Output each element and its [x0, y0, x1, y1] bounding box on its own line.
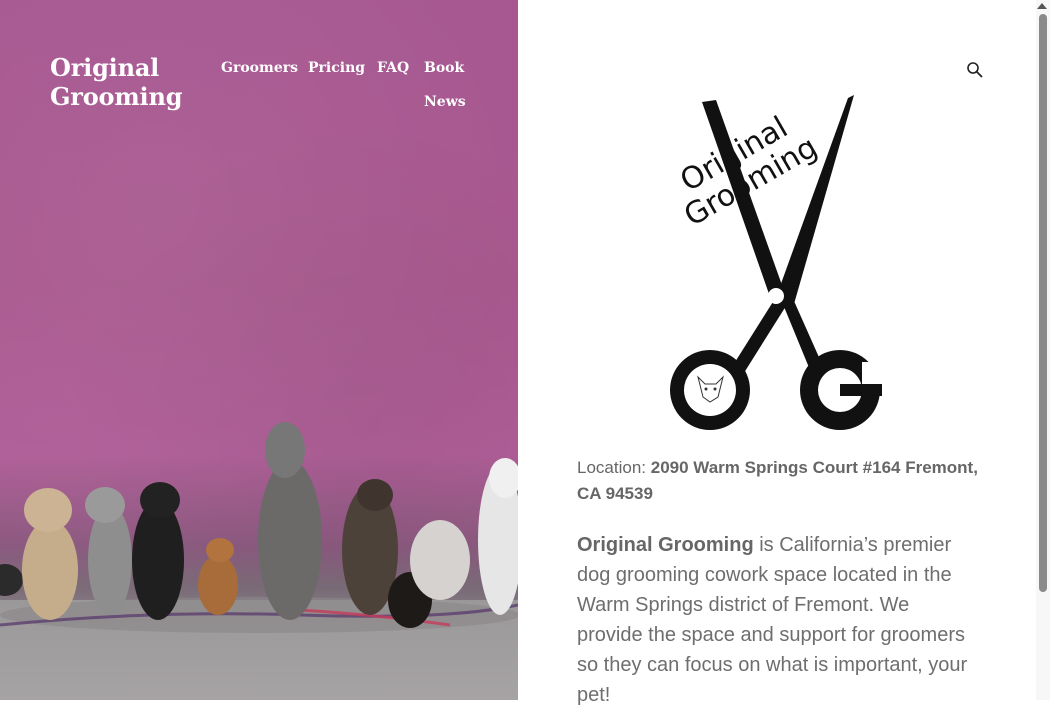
search-icon[interactable]: [966, 61, 984, 79]
intro-brand: Original Grooming: [577, 534, 754, 556]
nav-link-faq[interactable]: FAQ: [377, 60, 409, 76]
scroll-up-arrow-icon[interactable]: [1037, 3, 1047, 9]
dogs-photo: [0, 422, 518, 633]
site-title[interactable]: Original Grooming: [50, 53, 200, 111]
location-label: Location:: [577, 458, 651, 477]
scrollbar-thumb[interactable]: [1039, 14, 1047, 592]
brand-logo: Original Grooming: [670, 95, 884, 430]
nav-link-book[interactable]: Book: [424, 60, 464, 76]
intro-text: is California’s premier dog grooming cow…: [577, 534, 968, 706]
nav-link-groomers[interactable]: Groomers: [221, 60, 298, 76]
intro-paragraph: Original Grooming is California’s premie…: [577, 530, 977, 710]
nav-link-pricing[interactable]: Pricing: [308, 60, 365, 76]
hero-image: Original Grooming Groomers Pricing FAQ B…: [0, 0, 518, 700]
nav-link-news[interactable]: News: [424, 94, 466, 110]
location-text: Location: 2090 Warm Springs Court #164 F…: [577, 455, 997, 507]
main-content: Original Grooming Location: 2090 Warm Sp…: [518, 0, 1036, 706]
